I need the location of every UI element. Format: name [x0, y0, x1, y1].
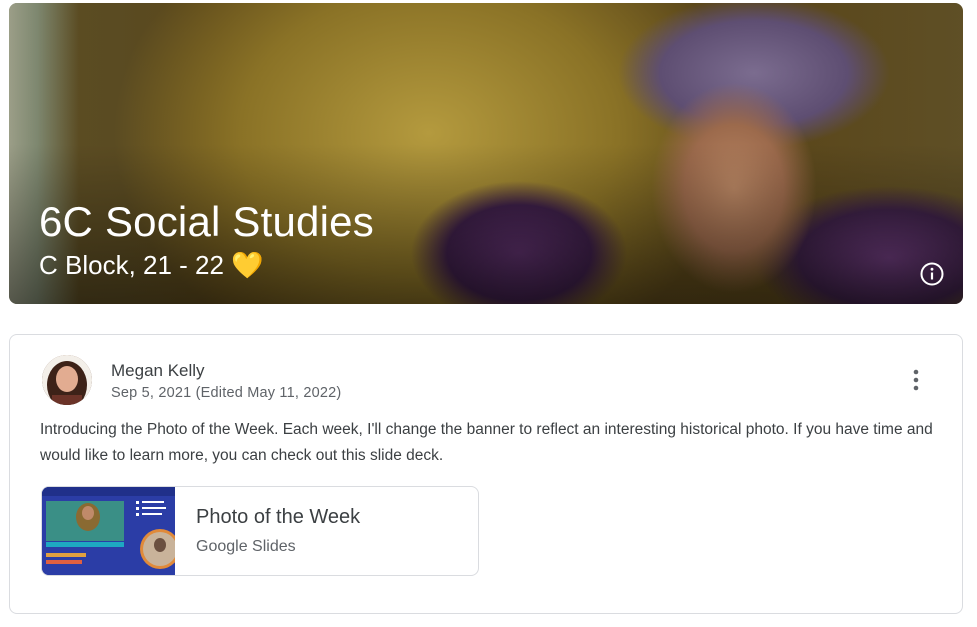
attachment-type: Google Slides [196, 538, 296, 555]
avatar[interactable] [42, 355, 92, 405]
post-date: Sep 5, 2021 (Edited May 11, 2022) [111, 385, 342, 401]
post-text: Introducing the Photo of the Week. Each … [40, 421, 933, 464]
info-icon[interactable] [919, 261, 945, 287]
attachment-slides[interactable]: Photo of the Week Google Slides [41, 486, 479, 576]
announcement-card: Megan Kelly Sep 5, 2021 (Edited May 11, … [9, 334, 963, 614]
more-vert-icon[interactable] [904, 368, 928, 392]
author-name: Megan Kelly [111, 361, 205, 380]
class-title: 6C Social Studies [39, 198, 374, 245]
slides-thumbnail [42, 487, 175, 575]
attachment-title: Photo of the Week [196, 506, 361, 528]
class-section: C Block, 21 - 22 💛 [39, 250, 264, 280]
class-banner: 6C Social Studies C Block, 21 - 22 💛 [9, 3, 963, 304]
